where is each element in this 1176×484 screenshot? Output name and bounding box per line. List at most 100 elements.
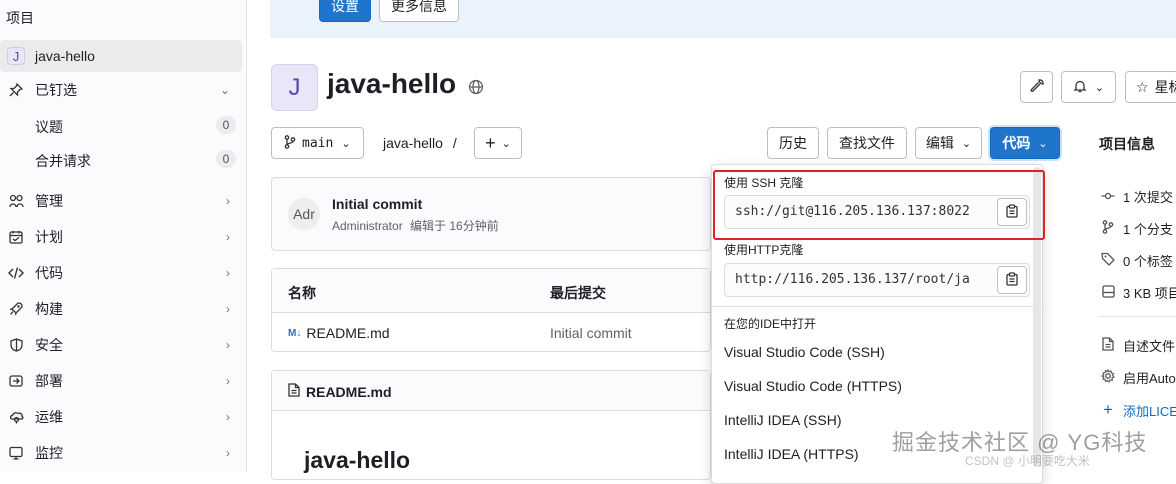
globe-icon: [468, 70, 484, 102]
sidebar-item-monitor[interactable]: 监控 ›: [0, 437, 242, 469]
readme-panel: README.md java-hello: [271, 370, 711, 480]
tags-stat[interactable]: 0 个标签: [1099, 251, 1173, 270]
branch-name: main: [302, 135, 334, 151]
build-icon: [7, 302, 25, 316]
monitor-icon: [7, 446, 25, 460]
settings-wrench-button[interactable]: [1020, 71, 1053, 103]
sidebar-item-issues[interactable]: 议题: [35, 117, 63, 137]
branch-icon: [284, 134, 296, 152]
file-last-commit[interactable]: Initial commit: [550, 325, 632, 341]
vscode-https-item[interactable]: Visual Studio Code (HTTPS): [724, 378, 902, 394]
readme-link[interactable]: 自述文件: [1099, 336, 1175, 355]
chevron-right-icon: ›: [226, 230, 230, 244]
project-avatar: J: [271, 64, 318, 111]
history-button[interactable]: 历史: [767, 127, 819, 159]
find-file-button[interactable]: 查找文件: [827, 127, 907, 159]
chevron-right-icon: ›: [226, 338, 230, 352]
merge-requests-count-badge: 0: [216, 150, 236, 168]
notifications-button[interactable]: ⌄: [1061, 71, 1116, 103]
plan-icon: [7, 230, 25, 244]
branch-selector[interactable]: main ⌄: [271, 127, 364, 159]
commit-title[interactable]: Initial commit: [332, 196, 422, 212]
sidebar-item-merge-requests[interactable]: 合并请求: [35, 151, 91, 171]
more-info-button[interactable]: 更多信息: [379, 0, 459, 22]
chevron-right-icon: ›: [226, 374, 230, 388]
star-icon: ☆: [1136, 78, 1149, 95]
copy-http-button[interactable]: [997, 266, 1027, 294]
operate-icon: [7, 410, 25, 424]
branch-icon: [1099, 220, 1117, 237]
sidebar-item-label: 运维: [35, 409, 63, 425]
sidebar-item-label: 部署: [35, 373, 63, 389]
code-button[interactable]: 代码 ⌄: [990, 127, 1060, 159]
vscode-ssh-item[interactable]: Visual Studio Code (SSH): [724, 344, 885, 360]
sidebar-item-project[interactable]: J java-hello: [0, 40, 242, 72]
watermark-secondary: CSDN @ 小明要吃大米: [965, 454, 1090, 468]
sidebar-item-deploy[interactable]: 部署 ›: [0, 365, 242, 397]
sidebar-item-operate[interactable]: 运维 ›: [0, 401, 242, 433]
project-info-title: 项目信息: [1099, 136, 1155, 152]
chevron-right-icon: ›: [226, 446, 230, 460]
star-button[interactable]: ☆ 星标: [1125, 71, 1176, 103]
breadcrumb-project[interactable]: java-hello: [383, 135, 443, 151]
sidebar-item-label: 安全: [35, 337, 63, 353]
sidebar-item-pinned[interactable]: 已钉选 ⌄: [0, 74, 242, 106]
last-commit-panel: Adr Initial commit Administrator 编辑于 16分…: [271, 177, 711, 251]
add-license-text: 添加LICE: [1123, 403, 1176, 419]
chevron-right-icon: ›: [226, 302, 230, 316]
manage-icon: [7, 194, 25, 208]
shield-icon: [7, 338, 25, 352]
open-in-ide-label: 在您的IDE中打开: [724, 317, 817, 331]
code-icon: [7, 266, 25, 280]
sidebar-item-build[interactable]: 构建 ›: [0, 293, 242, 325]
avatar: Adr: [288, 198, 320, 230]
chevron-right-icon: ›: [226, 194, 230, 208]
add-menu-button[interactable]: + ⌄: [474, 127, 522, 159]
readme-heading: java-hello: [304, 447, 411, 473]
storage-icon: [1099, 284, 1117, 301]
auto-devops-link[interactable]: 启用Auto: [1099, 368, 1176, 387]
divider: [1099, 316, 1176, 317]
breadcrumb-separator: /: [452, 135, 457, 151]
pin-icon: [7, 83, 25, 97]
sidebar-item-manage[interactable]: 管理 ›: [0, 185, 242, 217]
wrench-icon: [1030, 78, 1044, 96]
tags-text: 0 个标签: [1123, 254, 1173, 269]
file-icon: [288, 383, 300, 400]
divider: [712, 306, 1042, 307]
auto-devops-text: 启用Auto: [1123, 371, 1176, 386]
commit-meta: Administrator 编辑于 16分钟前: [332, 217, 499, 234]
commit-author[interactable]: Administrator: [332, 219, 403, 233]
chevron-down-icon: ⌄: [219, 83, 230, 97]
project-title-text: java-hello: [327, 68, 457, 99]
intellij-ssh-item[interactable]: IntelliJ IDEA (SSH): [724, 412, 841, 428]
sidebar-item-label: 代码: [35, 265, 63, 281]
sidebar-item-plan[interactable]: 计划 ›: [0, 221, 242, 253]
sidebar-section-title: 项目: [6, 10, 34, 26]
project-avatar-small: J: [7, 47, 25, 65]
add-license-link[interactable]: + 添加LICE: [1099, 400, 1176, 420]
branches-stat[interactable]: 1 个分支: [1099, 219, 1173, 238]
chevron-right-icon: ›: [226, 410, 230, 424]
sidebar-item-code[interactable]: 代码 ›: [0, 257, 242, 289]
readme-link-text: 自述文件: [1123, 339, 1176, 354]
file-name[interactable]: README.md: [306, 325, 389, 341]
storage-stat[interactable]: 3 KB 项目: [1099, 283, 1176, 302]
readme-title: README.md: [288, 383, 392, 400]
edit-button[interactable]: 编辑 ⌄: [915, 127, 982, 159]
sidebar-item-label: 已钉选: [35, 82, 77, 98]
settings-button[interactable]: 设置: [319, 0, 371, 22]
http-url-field[interactable]: http://116.205.136.137/root/ja: [724, 263, 1030, 297]
chevron-down-icon: ⌄: [1038, 137, 1048, 150]
commits-stat[interactable]: 1 次提交: [1099, 187, 1173, 206]
sidebar-item-security[interactable]: 安全 ›: [0, 329, 242, 361]
chevron-down-icon: ⌄: [1094, 81, 1105, 94]
code-label: 代码: [1002, 135, 1031, 151]
http-url[interactable]: http://116.205.136.137/root/ja: [735, 272, 989, 287]
highlight-box: [713, 170, 1045, 240]
copy-icon: [1006, 271, 1018, 289]
file-icon: [1099, 337, 1117, 354]
table-row[interactable]: M↓ README.md: [288, 325, 390, 341]
table-header: [272, 269, 710, 313]
intellij-https-item[interactable]: IntelliJ IDEA (HTTPS): [724, 446, 859, 462]
